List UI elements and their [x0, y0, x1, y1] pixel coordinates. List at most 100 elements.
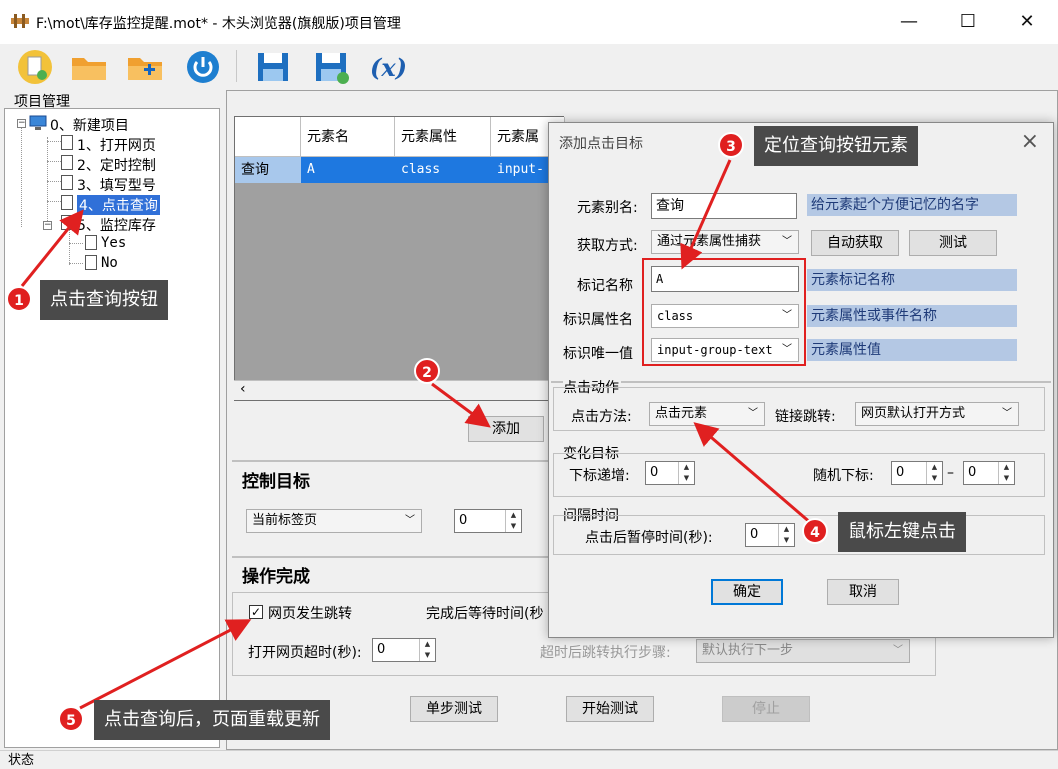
method-select[interactable]: 通过元素属性捕获 ﹀	[651, 230, 799, 254]
spin-arrows-icon[interactable]: ▲ ▼	[998, 462, 1014, 484]
tree-node-open-page[interactable]: 1、打开网页	[61, 135, 156, 154]
link-jump-select[interactable]: 网页默认打开方式 ﹀	[855, 402, 1019, 426]
spin-arrows-icon[interactable]: ▲ ▼	[778, 524, 794, 546]
title-bar: F:\mot\库存监控提醒.mot* - 木头浏览器(旗舰版)项目管理 — ☐ …	[0, 0, 1058, 44]
annotation-badge: 3	[718, 132, 744, 158]
method-label: 获取方式:	[577, 238, 638, 254]
timeout-spin[interactable]: 0 ▲ ▼	[372, 638, 436, 662]
tree-node-timer[interactable]: 2、定时控制	[61, 155, 156, 174]
random-to-spin[interactable]: 0 ▲ ▼	[963, 461, 1015, 485]
element-grid[interactable]: 元素名 元素属性 元素属 查询 A class input-gro	[234, 116, 565, 401]
toolbar: (x)	[0, 44, 1058, 90]
annotation-badge: 2	[414, 358, 440, 384]
chevron-down-icon: ﹀	[893, 645, 903, 656]
ok-button[interactable]: 确定	[711, 579, 783, 605]
index-inc-spin[interactable]: 0 ▲ ▼	[645, 461, 695, 485]
timeout-label: 打开网页超时(秒):	[248, 645, 362, 661]
annotation-badge: 5	[58, 706, 84, 732]
tree-node-new-project[interactable]: 0、新建项目	[29, 115, 129, 134]
power-icon[interactable]	[182, 48, 224, 86]
alias-hint: 给元素起个方便记忆的名字	[807, 194, 1017, 216]
spin-arrows-icon[interactable]: ▲ ▼	[505, 510, 521, 532]
dialog-title: 添加点击目标	[559, 136, 643, 152]
auto-get-button[interactable]: 自动获取	[811, 230, 899, 256]
spin-arrows-icon[interactable]: ▲ ▼	[419, 639, 435, 661]
page-jump-label: 网页发生跳转	[268, 606, 352, 622]
attr-name-label: 标识属性名	[563, 312, 633, 328]
document-icon	[61, 195, 73, 210]
divider	[232, 460, 550, 462]
grid-header: 元素属性	[395, 117, 491, 157]
svg-text:(x): (x)	[370, 53, 407, 82]
random-index-label: 随机下标:	[813, 468, 874, 484]
project-tree[interactable]: − 0、新建项目 1、打开网页 2、定时控制 3、填写型号 4、点击查询 − 5…	[4, 108, 220, 748]
document-icon	[61, 155, 73, 170]
link-jump-label: 链接跳转:	[775, 409, 836, 425]
after-timeout-label: 超时后跳转执行步骤:	[540, 645, 671, 661]
annotation-badge: 1	[6, 286, 32, 312]
wait-time-label: 完成后等待时间(秒	[426, 606, 544, 622]
chevron-down-icon: ﹀	[405, 515, 415, 526]
test-button[interactable]: 测试	[909, 230, 997, 256]
start-test-button[interactable]: 开始测试	[566, 696, 654, 722]
unique-value-hint: 元素属性值	[807, 339, 1017, 361]
spin-arrows-icon[interactable]: ▲ ▼	[926, 462, 942, 484]
annotation-callout: 鼠标左键点击	[838, 512, 966, 552]
minimize-button[interactable]: —	[894, 10, 924, 34]
unique-value-label: 标识唯一值	[563, 346, 633, 362]
document-icon	[61, 175, 73, 190]
app-logo-icon	[11, 14, 29, 28]
chevron-down-icon: ﹀	[782, 236, 792, 247]
expand-toggle[interactable]: −	[43, 221, 52, 230]
step-test-button[interactable]: 单步测试	[410, 696, 498, 722]
open-folder-icon[interactable]	[68, 48, 110, 86]
control-spin[interactable]: 0 ▲ ▼	[454, 509, 522, 533]
control-target-title: 控制目标	[242, 472, 310, 492]
range-dash: –	[947, 465, 954, 481]
add-click-target-dialog: 添加点击目标 × 元素别名: 查询 给元素起个方便记忆的名字 获取方式: 通过元…	[548, 122, 1054, 638]
tree-node-click-query[interactable]: 4、点击查询	[61, 195, 160, 215]
divider	[551, 381, 1051, 383]
close-button[interactable]: ✕	[1012, 10, 1042, 34]
grid-cell[interactable]: A	[301, 157, 395, 183]
new-project-icon[interactable]	[14, 48, 56, 86]
highlight-box	[642, 258, 806, 366]
scroll-left-icon[interactable]: ‹	[240, 381, 246, 397]
click-method-label: 点击方法:	[571, 409, 632, 425]
save-as-icon[interactable]	[310, 48, 352, 86]
window-title: F:\mot\库存监控提醒.mot* - 木头浏览器(旗舰版)项目管理	[36, 16, 401, 32]
grid-cell[interactable]: 查询	[235, 157, 301, 183]
pause-spin[interactable]: 0 ▲ ▼	[745, 523, 795, 547]
cancel-button[interactable]: 取消	[827, 579, 899, 605]
divider	[232, 556, 550, 558]
close-icon[interactable]: ×	[1021, 129, 1039, 154]
maximize-button[interactable]: ☐	[953, 10, 983, 34]
tree-node-no[interactable]: No	[85, 255, 118, 271]
attr-name-hint: 元素属性或事件名称	[807, 305, 1017, 327]
chevron-down-icon: ﹀	[1002, 408, 1012, 419]
tree-node-monitor-stock[interactable]: 5、监控库存	[61, 215, 156, 234]
tag-name-hint: 元素标记名称	[807, 269, 1017, 291]
chevron-down-icon: ﹀	[748, 408, 758, 419]
grid-horizontal-scrollbar[interactable]: ‹	[234, 380, 564, 400]
annotation-callout: 点击查询按钮	[40, 280, 168, 320]
expand-toggle[interactable]: −	[17, 119, 26, 128]
page-jump-checkbox[interactable]: ✓	[249, 605, 263, 619]
add-folder-icon[interactable]	[124, 48, 166, 86]
document-icon	[61, 215, 73, 230]
alias-input[interactable]: 查询	[651, 193, 797, 219]
status-bar: 状态	[0, 750, 1058, 769]
tree-node-yes[interactable]: Yes	[85, 235, 126, 251]
tree-node-fill-model[interactable]: 3、填写型号	[61, 175, 156, 194]
after-timeout-select[interactable]: 默认执行下一步 ﹀	[696, 639, 910, 663]
click-method-select[interactable]: 点击元素 ﹀	[649, 402, 765, 426]
add-button[interactable]: 添加	[468, 416, 544, 442]
spin-arrows-icon[interactable]: ▲ ▼	[678, 462, 694, 484]
tab-select[interactable]: 当前标签页 ﹀	[246, 509, 422, 533]
variable-icon[interactable]: (x)	[366, 48, 408, 86]
save-icon[interactable]	[252, 48, 294, 86]
stop-button[interactable]: 停止	[722, 696, 810, 722]
random-from-spin[interactable]: 0 ▲ ▼	[891, 461, 943, 485]
document-icon	[61, 135, 73, 150]
grid-cell[interactable]: class	[395, 157, 491, 183]
